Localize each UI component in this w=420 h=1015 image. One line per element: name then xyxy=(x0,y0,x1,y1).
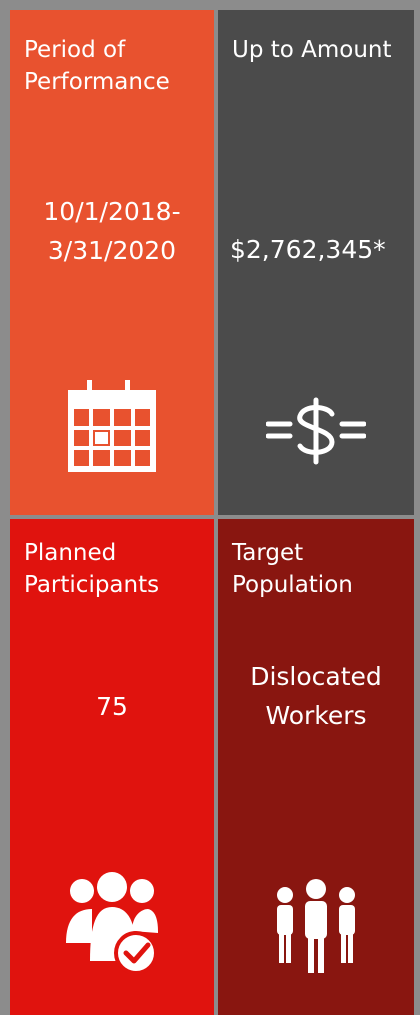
planned-participants-tile: Planned Participants 75 xyxy=(10,519,214,1015)
group-check-icon xyxy=(10,871,214,981)
people-icon xyxy=(218,877,414,973)
dollar-icon xyxy=(218,396,414,466)
up-to-amount-tile: Up to Amount $2,762,345* xyxy=(218,10,414,515)
period-of-performance-tile: Period of Performance 10/1/2018- 3/31/20… xyxy=(10,10,214,515)
planned-participants-title: Planned Participants xyxy=(24,540,160,598)
up-to-amount-title: Up to Amount xyxy=(232,37,392,63)
period-of-performance-value: 10/1/2018- 3/31/2020 xyxy=(43,197,181,265)
period-of-performance-title: Period of Performance xyxy=(24,37,170,95)
planned-participants-value: 75 xyxy=(96,692,128,721)
target-population-title: Target Population xyxy=(232,540,353,598)
target-population-tile: Target Population Dislocated Workers xyxy=(218,519,414,1015)
up-to-amount-value: $2,762,345* xyxy=(230,235,386,264)
target-population-value: Dislocated Workers xyxy=(250,662,382,730)
calendar-icon xyxy=(10,378,214,473)
